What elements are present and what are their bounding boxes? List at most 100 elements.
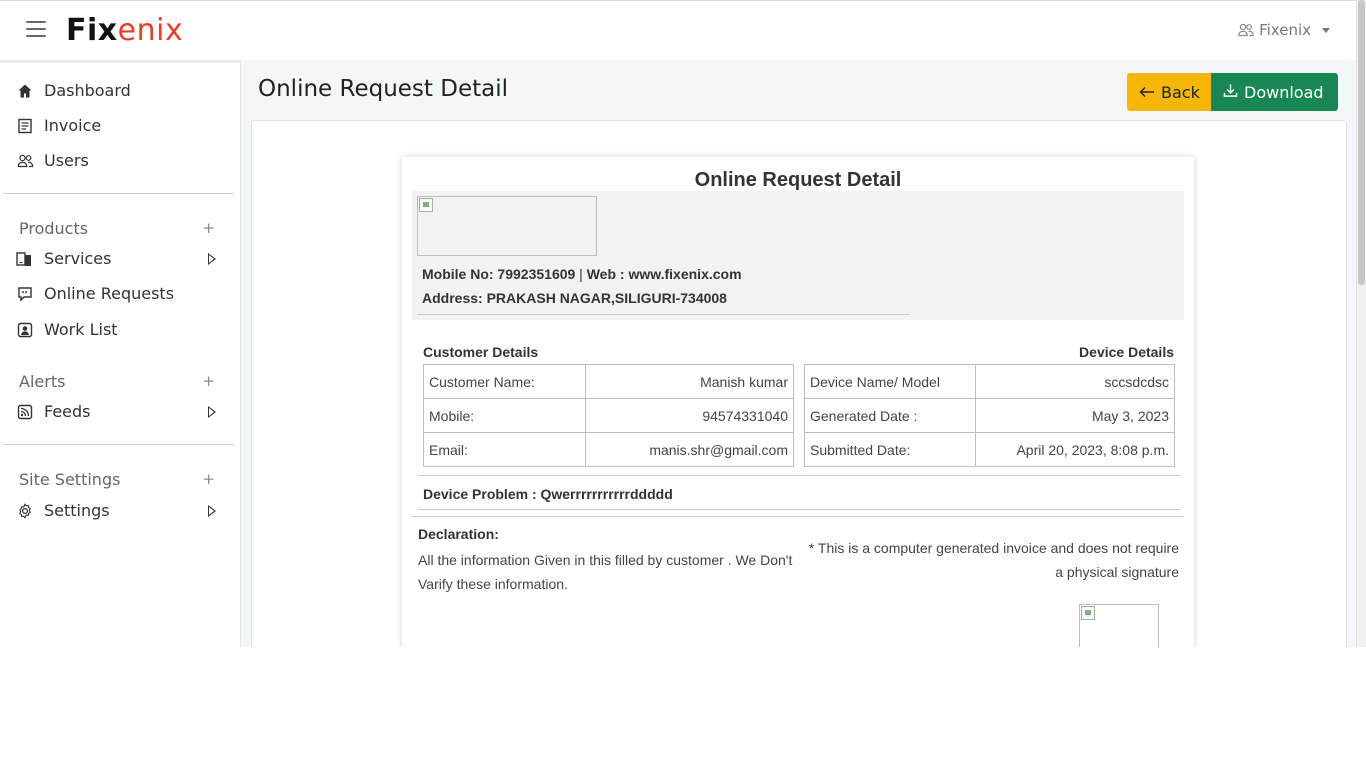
customer-email-label: Email: <box>423 432 586 467</box>
company-address: Address: PRAKASH NAGAR,SILIGURI-734008 <box>422 290 727 306</box>
sidebar-item-online-requests[interactable]: Online Requests <box>16 284 226 303</box>
download-label: Download <box>1244 82 1324 102</box>
back-label: Back <box>1161 82 1200 102</box>
sidebar-item-label: Feeds <box>44 402 91 421</box>
device-model-label: Device Name/ Model <box>804 364 976 399</box>
submitted-date-label: Submitted Date: <box>804 432 976 467</box>
table-row: Submitted Date: April 20, 2023, 8:08 p.m… <box>804 432 1175 467</box>
generated-date-label: Generated Date : <box>804 398 976 433</box>
gear-icon <box>16 502 34 520</box>
hamburger-menu-icon[interactable] <box>26 21 46 37</box>
expand-products-button[interactable]: + <box>202 219 215 237</box>
invoice-header: Mobile No: 7992351609 | Web : www.fixeni… <box>412 191 1184 320</box>
chat-quote-icon <box>16 285 34 303</box>
broken-image-icon <box>1081 606 1095 620</box>
invoice-icon <box>16 117 34 135</box>
top-navbar: Fixenix Fixenix <box>0 0 1356 61</box>
computer-generated-note: * This is a computer generated invoice a… <box>808 540 1179 580</box>
website: Web : www.fixenix.com <box>586 266 742 282</box>
person-badge-icon <box>16 321 34 339</box>
contact-line: Mobile No: 7992351609 | Web : www.fixeni… <box>422 266 742 282</box>
table-row: Mobile: 94574331040 <box>423 398 794 433</box>
section-title: Products <box>19 219 89 238</box>
download-icon <box>1223 83 1238 102</box>
sidebar-item-work-list[interactable]: Work List <box>16 320 226 339</box>
customer-mobile-value: 94574331040 <box>585 398 794 433</box>
sidebar-divider <box>3 444 234 445</box>
sidebar-item-label: Users <box>44 151 89 170</box>
users-icon <box>16 152 34 170</box>
sidebar-item-dashboard[interactable]: Dashboard <box>16 81 226 100</box>
expand-arrow-icon <box>208 252 216 265</box>
problem-bottom-rule <box>418 509 1180 510</box>
user-menu-dropdown[interactable]: Fixenix <box>1238 21 1330 39</box>
sidebar-item-services[interactable]: Services <box>16 249 226 268</box>
section-divider <box>412 516 1184 517</box>
sidebar: Dashboard Invoice Users Products + Servi… <box>0 60 241 647</box>
section-title: Site Settings <box>19 470 121 489</box>
signature-image <box>1079 604 1159 647</box>
contact-separator: | <box>575 266 587 282</box>
content-card: Online Request Detail Mobile No: 7992351… <box>251 120 1347 647</box>
expand-arrow-icon <box>208 504 216 517</box>
app-viewport: Fixenix Fixenix Dashboard Invoice Users … <box>0 0 1366 647</box>
declaration-text: All the information Given in this filled… <box>418 552 793 592</box>
customer-name-label: Customer Name: <box>423 364 586 399</box>
section-site-settings: Site Settings + <box>19 470 215 489</box>
expand-alerts-button[interactable]: + <box>202 372 215 390</box>
blank-area <box>0 647 1366 768</box>
users-icon <box>1238 23 1254 37</box>
home-icon <box>16 82 34 100</box>
sidebar-item-label: Invoice <box>44 116 102 135</box>
download-button[interactable]: Download <box>1211 73 1338 111</box>
table-row: Email: manis.shr@gmail.com <box>423 432 794 467</box>
section-products: Products + <box>19 219 215 238</box>
sidebar-item-settings[interactable]: Settings <box>16 501 226 520</box>
customer-name-value: Manish kumar <box>585 364 794 399</box>
sidebar-item-feeds[interactable]: Feeds <box>16 402 226 421</box>
invoice-title: Online Request Detail <box>694 169 902 191</box>
invoice-document: Online Request Detail Mobile No: 7992351… <box>402 157 1194 647</box>
main-content: Online Request Detail Back Download Onli… <box>241 60 1356 647</box>
section-alerts: Alerts + <box>19 372 215 391</box>
page-scrollbar[interactable] <box>1356 0 1366 647</box>
sidebar-item-label: Dashboard <box>44 81 131 100</box>
table-row: Customer Name: Manish kumar <box>423 364 794 399</box>
expand-arrow-icon <box>208 405 216 418</box>
arrow-left-icon <box>1139 83 1155 102</box>
mobile-number: Mobile No: 7992351609 <box>422 266 576 282</box>
scrollbar-thumb[interactable] <box>1358 0 1365 285</box>
declaration-title: Declaration: <box>418 526 499 542</box>
customer-details-heading: Customer Details <box>423 344 539 360</box>
header-divider <box>417 314 909 315</box>
chevron-down-icon <box>1322 27 1330 33</box>
app-logo[interactable]: Fixenix <box>66 13 183 48</box>
problem-top-rule <box>418 475 1180 476</box>
sidebar-item-label: Online Requests <box>44 284 175 303</box>
sidebar-item-invoice[interactable]: Invoice <box>16 116 226 135</box>
company-logo-image <box>417 196 597 256</box>
device-model-value: sccsdcdsc <box>975 364 1175 399</box>
sidebar-item-label: Settings <box>44 501 110 520</box>
customer-email-value: manis.shr@gmail.com <box>585 432 794 467</box>
back-button[interactable]: Back <box>1127 73 1211 111</box>
table-row: Generated Date : May 3, 2023 <box>804 398 1175 433</box>
sidebar-item-label: Services <box>44 249 112 268</box>
customer-mobile-label: Mobile: <box>423 398 586 433</box>
sidebar-divider <box>3 193 234 194</box>
submitted-date-value: April 20, 2023, 8:08 p.m. <box>975 432 1175 467</box>
device-details-heading: Device Details <box>1079 344 1174 360</box>
page-title: Online Request Detail <box>258 76 508 102</box>
device-problem: Device Problem : Qwerrrrrrrrrrrddddd <box>423 486 673 502</box>
broken-image-icon <box>419 198 433 212</box>
customer-details-table: Customer Name: Manish kumar Mobile: 9457… <box>423 364 794 467</box>
devices-icon <box>16 250 34 268</box>
logo-accent: enix <box>117 13 184 48</box>
expand-site-settings-button[interactable]: + <box>202 470 215 488</box>
rss-icon <box>16 403 34 421</box>
logo-prefix: Fix <box>66 13 118 48</box>
generated-date-value: May 3, 2023 <box>975 398 1175 433</box>
sidebar-item-users[interactable]: Users <box>16 151 226 170</box>
section-title: Alerts <box>19 372 66 391</box>
device-details-table: Device Name/ Model sccsdcdsc Generated D… <box>804 364 1175 467</box>
